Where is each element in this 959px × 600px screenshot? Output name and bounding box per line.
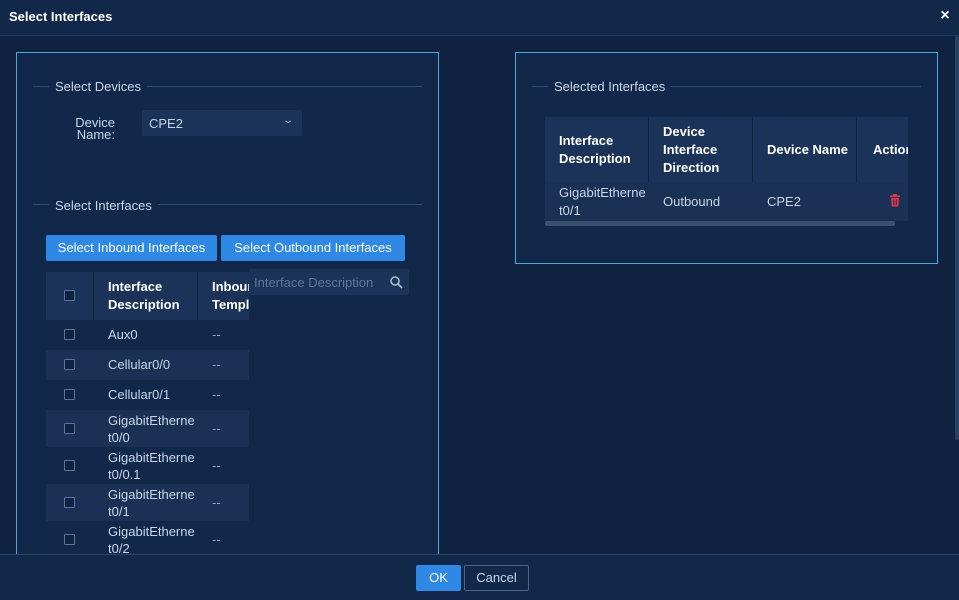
row-checkbox[interactable] [64,389,75,400]
device-name-label: Device Name: [75,115,115,142]
row-template: -- [212,421,221,436]
row-device-name: CPE2 [767,194,801,209]
row-template: -- [212,458,221,473]
trash-icon[interactable] [889,194,901,207]
interfaces-table: InterfaceDescription InboundTemplate Aux… [46,272,249,554]
table-row: GigabitEthernet0/1 Outbound CPE2 [545,183,908,221]
header-interface-description: Interface Description [108,279,180,312]
header-inbound-template: InboundTemplate [212,279,249,312]
selected-table-header: Interface Description Device Interface Dire… [545,117,908,183]
device-name-select[interactable]: CPE2 ⌄ [142,110,302,136]
search-input[interactable] [249,269,387,295]
row-description: GigabitEthernet0/0 [108,413,195,445]
row-template: -- [212,387,221,402]
ok-button[interactable]: OK [416,565,461,591]
row-checkbox[interactable] [64,460,75,471]
selected-interfaces-table: Interface Description Device Interface Dire… [545,117,908,227]
dialog-titlebar: Select Interfaces × [0,0,959,36]
vertical-scrollbar[interactable] [955,36,959,440]
table-row[interactable]: Aux0 -- [46,320,249,350]
dialog-title: Select Interfaces [9,9,113,24]
row-template: -- [212,357,221,372]
table-row[interactable]: Cellular0/1 -- [46,380,249,410]
select-all-checkbox[interactable] [64,290,75,301]
header-direction: Device Interface Direction [663,124,720,175]
device-name-value: CPE2 [149,116,183,131]
select-inbound-button[interactable]: Select Inbound Interfaces [46,235,217,261]
header-action: Action [873,142,908,157]
interfaces-table-header: InterfaceDescription InboundTemplate [46,272,249,320]
row-description: Cellular0/0 [108,357,171,372]
row-template: -- [212,532,221,547]
row-description: Aux0 [108,327,138,342]
chevron-down-icon: ⌄ [282,115,295,126]
interface-search [249,269,409,295]
search-icon[interactable] [389,275,403,289]
horizontal-scrollbar[interactable] [545,221,895,226]
table-row[interactable]: GigabitEthernet0/1 -- [46,484,249,521]
selected-legend: Selected Interfaces [548,79,672,95]
cancel-button[interactable]: Cancel [464,565,529,591]
row-description: GigabitEthernet0/1 [559,185,646,218]
row-direction: Outbound [663,194,721,209]
row-checkbox[interactable] [64,359,75,370]
row-checkbox[interactable] [64,329,75,340]
row-checkbox[interactable] [64,534,75,545]
row-template: -- [212,495,221,510]
row-description: GigabitEthernet0/0.1 [108,450,195,482]
devices-legend: Select Devices [49,79,147,95]
header-interface-description: Interface Description [559,133,631,166]
row-checkbox[interactable] [64,423,75,434]
row-description: GigabitEthernet0/2 [108,524,195,554]
interfaces-legend: Select Interfaces [49,198,158,214]
select-outbound-button[interactable]: Select Outbound Interfaces [221,235,405,261]
row-checkbox[interactable] [64,497,75,508]
close-icon[interactable]: × [936,6,954,26]
table-row[interactable]: GigabitEthernet0/0.1 -- [46,447,249,484]
table-row[interactable]: Cellular0/0 -- [46,350,249,380]
table-row[interactable]: GigabitEthernet0/2 -- [46,521,249,554]
header-device-name: Device Name [767,142,848,157]
table-row[interactable]: GigabitEthernet0/0 -- [46,410,249,447]
row-description: Cellular0/1 [108,387,171,402]
row-description: GigabitEthernet0/1 [108,487,195,519]
row-template: -- [212,327,221,342]
